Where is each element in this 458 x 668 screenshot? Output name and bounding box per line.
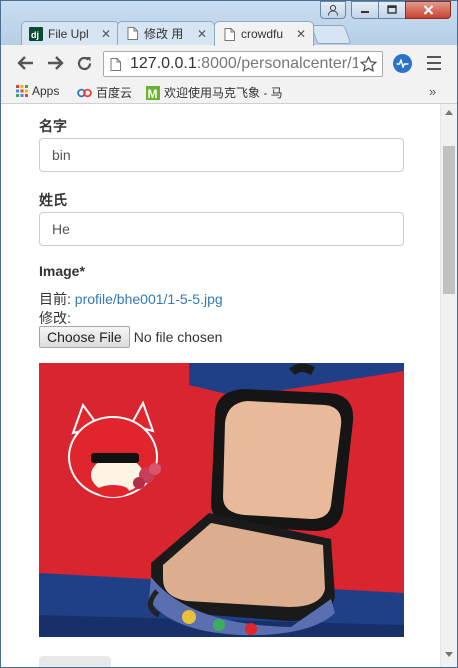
- current-image-line: 目前: profile/bhe001/1-5-5.jpg: [39, 289, 223, 309]
- last-name-label: 姓氏: [39, 192, 67, 208]
- back-button[interactable]: [16, 53, 36, 73]
- url-path: :8000/personalcenter/1/: [196, 55, 358, 72]
- last-name-input[interactable]: [39, 212, 404, 246]
- bookmark-label: 百度云: [96, 86, 133, 100]
- page-icon: [125, 27, 139, 41]
- close-tab-icon[interactable]: ✕: [99, 27, 113, 41]
- window-controls: [320, 1, 451, 19]
- bookmark-label: 欢迎使用马克飞象 - 马: [164, 86, 283, 100]
- page-icon: [222, 27, 236, 41]
- maximize-button[interactable]: [378, 1, 406, 19]
- tab-strip: dj File Upl ✕ 修改 用 ✕ crowdfu ✕: [1, 1, 457, 46]
- minimize-button[interactable]: [351, 1, 379, 19]
- extension-pulse-icon[interactable]: [393, 54, 412, 73]
- url-text: 127.0.0.1:8000/personalcenter/1/: [130, 55, 358, 73]
- submit-button-partial[interactable]: [39, 656, 111, 667]
- tab-title: File Upl: [48, 26, 89, 41]
- bookmark-baidu-cloud[interactable]: 百度云: [77, 84, 132, 101]
- scrollbar-thumb[interactable]: [443, 146, 455, 294]
- bookmark-maxiang[interactable]: M 欢迎使用马克飞象 - 马: [146, 84, 426, 101]
- tab-edit-user[interactable]: 修改 用 ✕: [117, 21, 215, 45]
- browser-window: dj File Upl ✕ 修改 用 ✕ crowdfu ✕ 127.0.0.1…: [0, 0, 458, 668]
- reload-button[interactable]: [74, 53, 94, 73]
- page-viewport: 名字 姓氏 Image* 目前: profile/bhe001/1-5-5.jp…: [1, 104, 457, 667]
- django-icon: dj: [29, 26, 43, 41]
- maximize-icon: [387, 5, 397, 14]
- address-bar[interactable]: 127.0.0.1:8000/personalcenter/1/: [103, 51, 383, 77]
- vertical-scrollbar[interactable]: [440, 104, 457, 667]
- file-input-row: Choose File No file chosen: [39, 326, 222, 348]
- apps-grid-icon: [16, 85, 28, 97]
- current-image-link[interactable]: profile/bhe001/1-5-5.jpg: [75, 291, 223, 307]
- first-name-input[interactable]: [39, 138, 404, 172]
- current-prefix: 目前:: [39, 291, 71, 307]
- more-bookmarks-button[interactable]: »: [429, 84, 436, 99]
- suitcase-photo-image: [39, 363, 404, 637]
- cartoon-fox-icon: [68, 400, 161, 498]
- tab-title: crowdfu: [241, 27, 284, 41]
- scroll-up-arrow-icon[interactable]: [445, 110, 453, 115]
- tab-title: 修改 用: [144, 27, 184, 41]
- svg-text:M: M: [148, 87, 158, 100]
- close-icon: [423, 5, 433, 15]
- bookmark-apps[interactable]: Apps: [16, 84, 59, 98]
- baidu-cloud-icon: [77, 87, 92, 99]
- user-profile-button[interactable]: [320, 1, 346, 19]
- url-host: 127.0.0.1: [130, 55, 197, 72]
- maxiang-icon: M: [146, 85, 160, 100]
- first-name-label: 名字: [39, 118, 67, 134]
- svg-text:dj: dj: [31, 30, 39, 40]
- page-info-icon[interactable]: [110, 57, 124, 71]
- no-file-text: No file chosen: [133, 329, 223, 345]
- browser-toolbar: 127.0.0.1:8000/personalcenter/1/: [1, 45, 457, 81]
- user-icon: [328, 4, 338, 16]
- back-arrow-icon: [17, 56, 33, 70]
- tab-file-upload[interactable]: dj File Upl ✕: [21, 21, 119, 45]
- bookmarks-bar: Apps 百度云 M 欢迎使用马克飞象 - 马 »: [1, 81, 457, 104]
- menu-hamburger-icon[interactable]: [427, 56, 441, 70]
- scroll-down-arrow-icon[interactable]: [445, 652, 453, 657]
- forward-button[interactable]: [45, 53, 65, 73]
- choose-file-button[interactable]: Choose File: [39, 326, 130, 348]
- close-window-button[interactable]: [405, 1, 451, 19]
- close-tab-icon[interactable]: ✕: [195, 27, 209, 41]
- minimize-icon: [361, 11, 369, 13]
- bookmark-star-icon[interactable]: [358, 55, 378, 73]
- bookmark-label: Apps: [32, 84, 60, 98]
- image-label: Image*: [39, 263, 85, 279]
- tab-crowdfunding[interactable]: crowdfu ✕: [214, 21, 314, 46]
- forward-arrow-icon: [48, 56, 64, 70]
- change-label: 修改:: [39, 310, 71, 326]
- close-tab-icon[interactable]: ✕: [294, 27, 308, 41]
- new-tab-button[interactable]: [310, 25, 352, 44]
- profile-photo: [39, 363, 404, 637]
- reload-icon: [77, 56, 91, 70]
